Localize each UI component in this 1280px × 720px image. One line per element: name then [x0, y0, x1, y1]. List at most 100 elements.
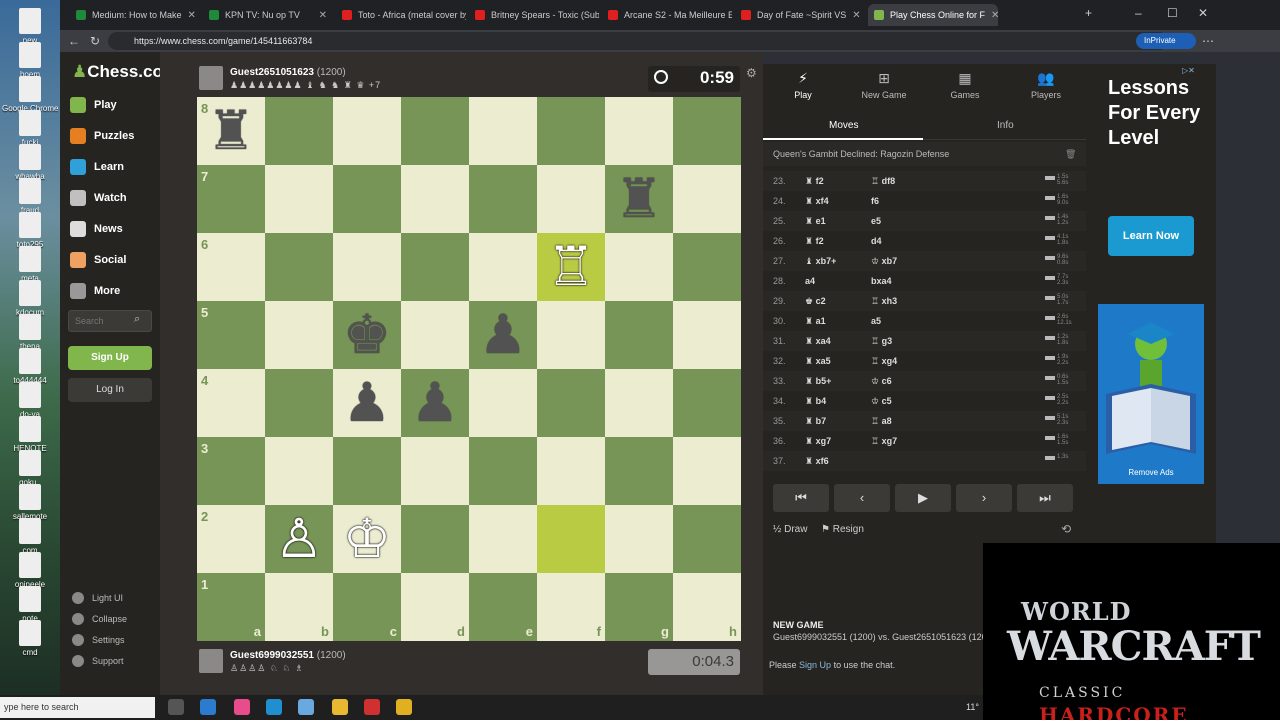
desktop-icon[interactable]: note — [2, 586, 58, 623]
square-f4[interactable] — [537, 369, 605, 437]
square-a1[interactable]: 1a — [197, 573, 265, 641]
close-tab-icon[interactable]: ✕ — [182, 10, 196, 21]
square-g5[interactable] — [605, 301, 673, 369]
log-in-button[interactable]: Log In — [68, 378, 152, 402]
square-e6[interactable] — [469, 233, 537, 301]
white-move[interactable]: ♜ f2 — [805, 236, 824, 247]
desktop-icon[interactable]: com — [2, 518, 58, 555]
square-e3[interactable] — [469, 437, 537, 505]
square-b4[interactable] — [265, 369, 333, 437]
square-b8[interactable] — [265, 97, 333, 165]
panel-tab-games[interactable]: ▦ Games — [925, 70, 1005, 100]
black-piece-e5[interactable]: ♟ — [469, 301, 537, 369]
square-a7[interactable]: 7 — [197, 165, 265, 233]
desktop-icon[interactable]: sallemote — [2, 484, 58, 521]
square-c2[interactable]: ♔ — [333, 505, 401, 573]
tab-moves[interactable]: Moves — [829, 120, 858, 131]
black-move[interactable]: ♖ df8 — [871, 176, 895, 187]
square-a6[interactable]: 6 — [197, 233, 265, 301]
black-move[interactable]: a5 — [871, 316, 881, 326]
square-a2[interactable]: 2 — [197, 505, 265, 573]
square-d6[interactable] — [401, 233, 469, 301]
task-view-icon[interactable] — [168, 699, 184, 715]
resign-button[interactable]: ⚑ Resign — [821, 524, 864, 535]
square-b3[interactable] — [265, 437, 333, 505]
ad-choices-icon[interactable]: ▷✕ — [1182, 66, 1195, 75]
play-button[interactable]: ▶ — [895, 484, 951, 512]
white-move[interactable]: ♜ xa5 — [805, 356, 831, 367]
square-h8[interactable] — [673, 97, 741, 165]
black-move[interactable]: ♔ c6 — [871, 376, 892, 387]
square-h5[interactable] — [673, 301, 741, 369]
panel-tab-new-game[interactable]: ⊞ New Game — [844, 70, 924, 100]
white-piece-f6[interactable]: ♖ — [537, 233, 605, 301]
nav-item-learn[interactable]: Learn — [70, 157, 124, 177]
white-move[interactable]: ♜ xf6 — [805, 456, 829, 467]
nav-light-ui[interactable]: Light UI — [72, 592, 123, 604]
square-h1[interactable]: h — [673, 573, 741, 641]
square-c8[interactable] — [333, 97, 401, 165]
square-h7[interactable] — [673, 165, 741, 233]
square-c4[interactable]: ♟ — [333, 369, 401, 437]
white-move[interactable]: ♚ c2 — [805, 296, 826, 307]
square-d5[interactable] — [401, 301, 469, 369]
desktop-icon[interactable]: HENOTE — [2, 416, 58, 453]
desktop-icon[interactable]: goku_ — [2, 450, 58, 487]
black-move[interactable]: d4 — [871, 236, 882, 246]
taskbar-search[interactable]: ype here to search — [0, 697, 155, 718]
desktop-icon[interactable]: fraud — [2, 178, 58, 215]
white-move[interactable]: ♜ f2 — [805, 176, 824, 187]
black-piece-a8[interactable]: ♜ — [197, 97, 265, 165]
desktop-icon[interactable]: new — [2, 8, 58, 45]
remove-ads-link[interactable]: Remove Ads — [1098, 468, 1204, 477]
obs-icon[interactable] — [364, 699, 380, 715]
browser-tab[interactable]: Toto - Africa (metal cover by✕ — [336, 4, 466, 26]
desktop-icon[interactable]: meta — [2, 246, 58, 283]
square-f6[interactable]: ♖ — [537, 233, 605, 301]
black-piece-c5[interactable]: ♚ — [333, 301, 401, 369]
chess-board[interactable]: 8 ♜ 7 ♜ 6 ♖ 5 ♚ ♟ 4 ♟ ♟ 3 2 ♙ ♔ 1 a b c d e f g h — [197, 97, 741, 641]
white-piece-c2[interactable]: ♔ — [333, 505, 401, 573]
first-move-button[interactable]: ⏮ — [773, 484, 829, 512]
chat-sign-up-link[interactable]: Sign Up — [799, 660, 831, 670]
nav-settings[interactable]: Settings — [72, 634, 125, 646]
desktop-icon[interactable]: fucki — [2, 110, 58, 147]
square-e7[interactable] — [469, 165, 537, 233]
browser-tab[interactable]: Day of Fate ~Spirit VS ✕ — [735, 4, 865, 26]
white-move[interactable]: a4 — [805, 276, 815, 286]
desktop-icon[interactable]: cmd — [2, 620, 58, 657]
app-icon[interactable] — [298, 699, 314, 715]
square-e1[interactable]: e — [469, 573, 537, 641]
black-move[interactable]: ♖ xg7 — [871, 436, 897, 447]
browser-tab[interactable]: KPN TV: Nu op TV ✕ — [203, 4, 333, 26]
white-move[interactable]: ♝ xb7+ — [805, 256, 836, 267]
desktop-icon[interactable]: kdocum — [2, 280, 58, 317]
close-window-icon[interactable]: ✕ — [1198, 6, 1208, 20]
white-move[interactable]: ♜ xf4 — [805, 196, 829, 207]
square-b6[interactable] — [265, 233, 333, 301]
white-move[interactable]: ♜ e1 — [805, 216, 826, 227]
square-d8[interactable] — [401, 97, 469, 165]
panel-tab-play[interactable]: ⚡ Play — [763, 70, 843, 100]
square-d7[interactable] — [401, 165, 469, 233]
square-h6[interactable] — [673, 233, 741, 301]
desktop-icon[interactable]: onineele — [2, 552, 58, 589]
white-move[interactable]: ♜ xg7 — [805, 436, 831, 447]
square-c3[interactable] — [333, 437, 401, 505]
bottom-player-username[interactable]: Guest6999032551 — [230, 650, 314, 661]
square-f7[interactable] — [537, 165, 605, 233]
square-g1[interactable]: g — [605, 573, 673, 641]
square-d4[interactable]: ♟ — [401, 369, 469, 437]
white-move[interactable]: ♜ b5+ — [805, 376, 831, 387]
square-g6[interactable] — [605, 233, 673, 301]
nav-item-puzzles[interactable]: Puzzles — [70, 126, 134, 146]
square-d1[interactable]: d — [401, 573, 469, 641]
white-move[interactable]: ♜ b4 — [805, 396, 826, 407]
bottom-player-name[interactable]: Guest6999032551 (1200) — [230, 650, 346, 661]
edge-icon[interactable] — [266, 699, 282, 715]
advertisement[interactable]: ▷✕ Lessons For Every Level Learn Now Rem… — [1086, 64, 1216, 544]
panel-tab-players[interactable]: 👥 Players — [1006, 70, 1086, 100]
square-b5[interactable] — [265, 301, 333, 369]
white-move[interactable]: ♜ b7 — [805, 416, 826, 427]
browser-tab[interactable]: Medium: How to Make ✕ — [70, 4, 200, 26]
